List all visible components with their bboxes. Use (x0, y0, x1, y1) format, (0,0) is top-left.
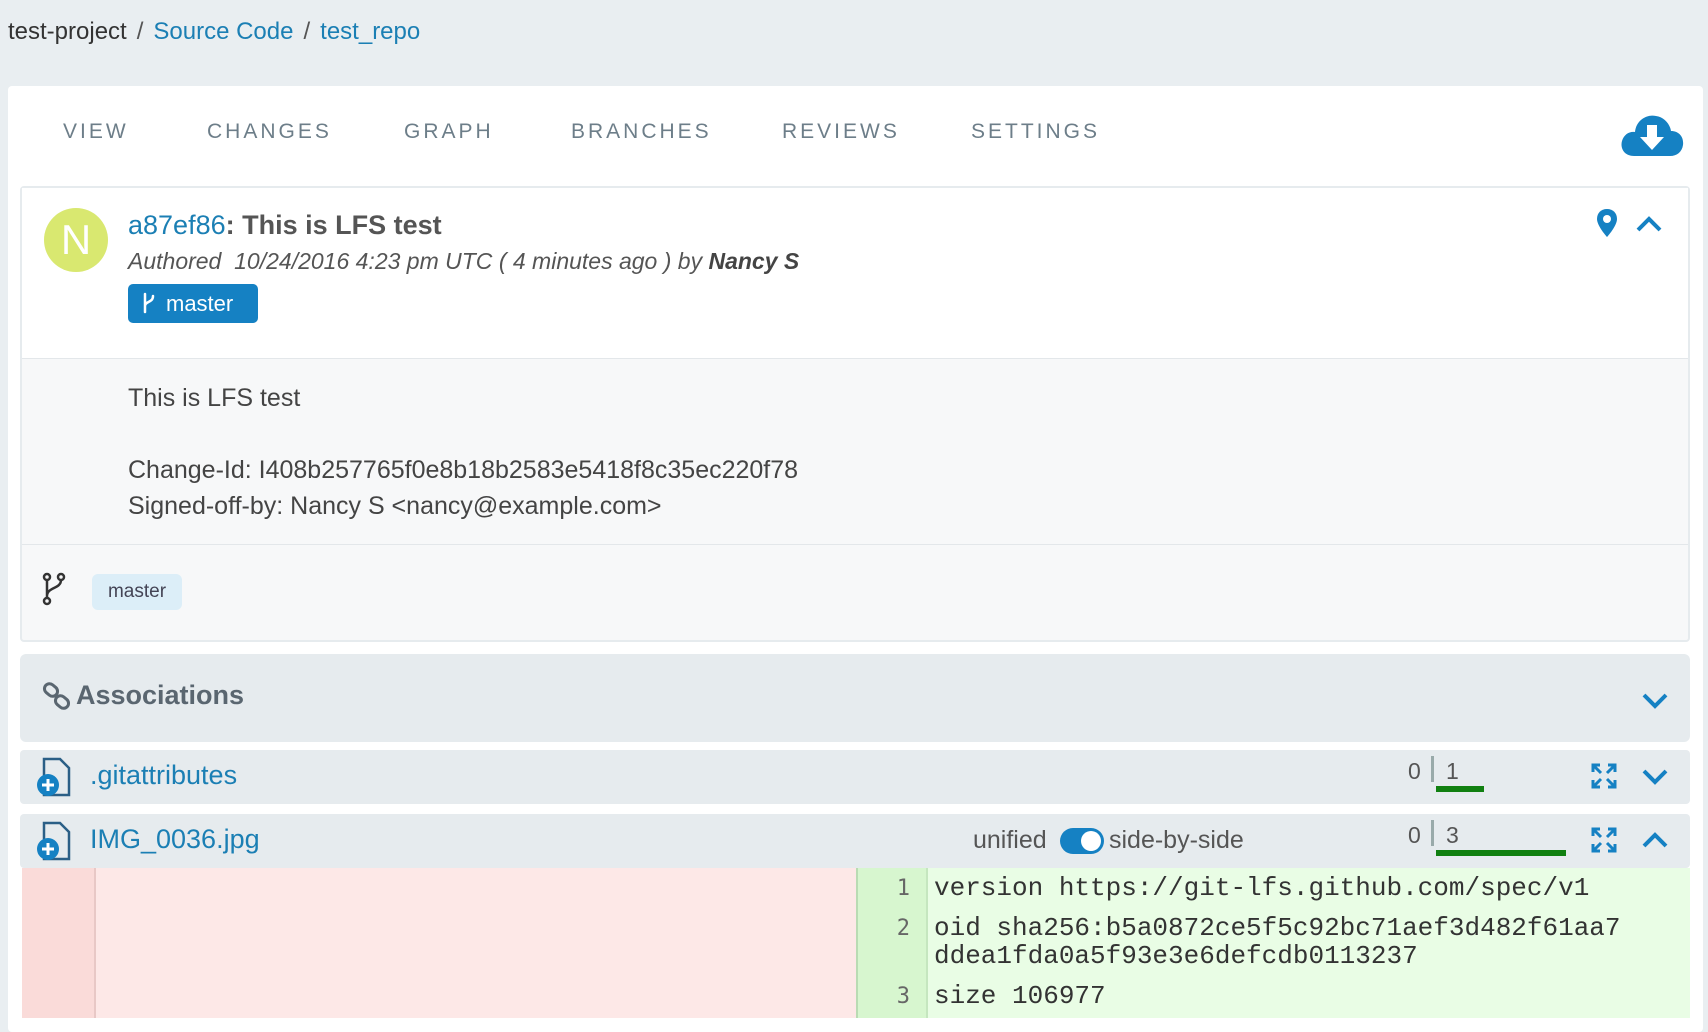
divider (22, 544, 1688, 545)
commit-title: a87ef86: This is LFS test (128, 210, 442, 241)
chevron-up-icon[interactable] (1640, 828, 1670, 852)
commit-relative-time: ( 4 minutes ago ) (498, 248, 672, 274)
file-row (20, 750, 1690, 804)
unified-label[interactable]: unified (973, 826, 1047, 855)
breadcrumb-separator: / (136, 18, 144, 45)
diff-view-toggle[interactable] (1060, 828, 1104, 854)
branch-icon (143, 292, 155, 314)
removed-count: 0 (1408, 822, 1421, 848)
tab-changes[interactable]: CHANGES (207, 120, 332, 144)
expand-icon[interactable] (1590, 826, 1618, 854)
tab-settings[interactable]: SETTINGS (971, 120, 1100, 144)
file-name-link[interactable]: .gitattributes (90, 760, 237, 791)
line-number: 2 (896, 916, 910, 941)
authored-by: by (677, 248, 703, 274)
chevron-down-icon[interactable] (1640, 688, 1670, 712)
line-number: 3 (896, 984, 910, 1009)
file-add-icon (37, 757, 71, 797)
commit-sha-link[interactable]: a87ef86 (128, 210, 226, 240)
authored-prefix: Authored (128, 248, 222, 274)
diff-left-gutter (22, 868, 94, 1018)
cloud-download-icon[interactable] (1620, 108, 1684, 160)
chevron-down-icon[interactable] (1640, 764, 1670, 788)
commit-signed-off: Signed-off-by: Nancy S <nancy@example.co… (128, 492, 662, 520)
tab-view[interactable]: VIEW (63, 120, 129, 144)
chevron-up-icon[interactable] (1634, 212, 1664, 236)
breadcrumb-separator: / (303, 18, 311, 45)
stat-divider (1431, 756, 1434, 782)
avatar: N (44, 208, 108, 272)
commit-change-id: Change-Id: I408b257765f0e8b18b2583e5418f… (128, 456, 799, 484)
link-icon (42, 682, 71, 710)
branch-icon (42, 572, 66, 606)
commit-date: 10/24/2016 4:23 pm UTC (234, 248, 493, 274)
commit-message: This is LFS test Change-Id: I408b257765f… (128, 380, 798, 524)
branch-tag[interactable]: master (92, 574, 182, 610)
tab-reviews[interactable]: REVIEWS (782, 120, 900, 144)
added-bar (1436, 786, 1484, 792)
tab-branches[interactable]: BRANCHES (571, 120, 712, 144)
line-number: 1 (896, 876, 910, 901)
commit-message-line: This is LFS test (128, 384, 301, 412)
commit-title-text: This is LFS test (242, 210, 442, 240)
breadcrumb-repo-link[interactable]: test_repo (320, 18, 420, 45)
added-bar (1436, 850, 1566, 856)
diff-left-pane (94, 868, 856, 1018)
commit-authored-line: Authored 10/24/2016 4:23 pm UTC ( 4 minu… (128, 248, 799, 275)
added-count: 1 (1446, 758, 1459, 784)
branch-button-label: master (166, 291, 234, 316)
branch-button[interactable]: master (128, 284, 258, 323)
commit-author: Nancy S (708, 248, 800, 274)
code-line: oid sha256:b5a0872ce5f5c92bc71aef3d482f6… (934, 913, 1621, 971)
added-count: 3 (1446, 822, 1459, 848)
tab-graph[interactable]: GRAPH (404, 120, 494, 144)
code-line: version https://git-lfs.github.com/spec/… (934, 873, 1590, 903)
side-by-side-label[interactable]: side-by-side (1109, 826, 1244, 855)
map-pin-icon[interactable] (1595, 208, 1619, 238)
stat-divider (1431, 820, 1434, 846)
expand-icon[interactable] (1590, 762, 1618, 790)
associations-section[interactable] (20, 654, 1690, 742)
breadcrumb: test-project / Source Code / test_repo (8, 18, 420, 46)
breadcrumb-project: test-project (8, 18, 127, 45)
file-row (20, 814, 1690, 868)
code-line: size 106977 (934, 981, 1106, 1011)
file-name-link[interactable]: IMG_0036.jpg (90, 824, 260, 855)
associations-label: Associations (76, 680, 245, 710)
toggle-knob (1081, 831, 1101, 851)
commit-title-separator: : (225, 210, 243, 240)
file-add-icon (37, 821, 71, 861)
removed-count: 0 (1408, 758, 1421, 784)
breadcrumb-source-code-link[interactable]: Source Code (153, 18, 293, 45)
